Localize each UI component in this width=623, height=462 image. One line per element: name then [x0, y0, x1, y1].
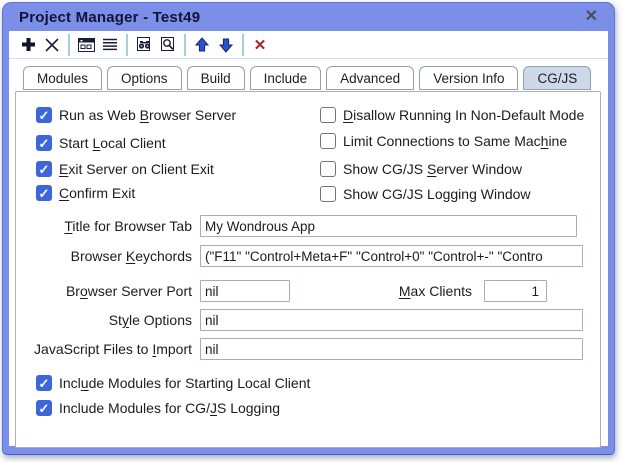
- checkbox-confirm-exit[interactable]: Confirm Exit: [36, 185, 135, 201]
- checkbox-box[interactable]: [36, 135, 52, 151]
- toolbar-separator: [184, 34, 186, 56]
- javascript-files-to-import-input[interactable]: [200, 338, 583, 360]
- browser-server-port-input[interactable]: [200, 280, 290, 302]
- window-body: ✕ Modules Options Build Include Advanced…: [9, 31, 608, 446]
- project-manager-window: Project Manager - Test49 ✕: [2, 2, 615, 455]
- checkbox-label: Show CG/JS Logging Window: [343, 186, 531, 202]
- add-icon[interactable]: [16, 33, 40, 57]
- delete-icon[interactable]: [40, 33, 64, 57]
- checkbox-box[interactable]: [320, 133, 336, 149]
- javascript-files-to-import-label: JavaScript Files to Import: [22, 341, 192, 357]
- max-clients-label: Max Clients: [346, 283, 472, 299]
- checkbox-limit-connections-same-machine[interactable]: Limit Connections to Same Machine: [320, 133, 567, 149]
- tab-options[interactable]: Options: [107, 66, 182, 90]
- checkbox-box[interactable]: [36, 375, 52, 391]
- checkbox-box[interactable]: [320, 186, 336, 202]
- tab-include[interactable]: Include: [250, 66, 322, 90]
- window-icon[interactable]: [74, 33, 98, 57]
- checkbox-disallow-non-default-mode[interactable]: Disallow Running In Non-Default Mode: [320, 107, 584, 123]
- checkbox-box[interactable]: [36, 107, 52, 123]
- move-down-icon[interactable]: [214, 33, 238, 57]
- checkbox-label: Confirm Exit: [59, 185, 135, 201]
- tab-bar: Modules Options Build Include Advanced V…: [23, 66, 591, 90]
- checkbox-label: Run as Web Browser Server: [59, 107, 236, 123]
- title-for-browser-tab-label: Title for Browser Tab: [22, 218, 192, 234]
- tab-modules[interactable]: Modules: [23, 66, 102, 90]
- checkbox-label: Disallow Running In Non-Default Mode: [343, 107, 584, 123]
- checkbox-label: Include Modules for CG/JS Logging: [59, 400, 280, 416]
- checkbox-box[interactable]: [320, 161, 336, 177]
- style-options-input[interactable]: [200, 309, 583, 331]
- checkbox-start-local-client[interactable]: Start Local Client: [36, 135, 166, 151]
- remove-icon[interactable]: ✕: [248, 33, 272, 57]
- window-title: Project Manager - Test49: [19, 9, 200, 26]
- checkbox-label: Exit Server on Client Exit: [59, 161, 214, 177]
- checkbox-label: Include Modules for Starting Local Clien…: [59, 375, 310, 391]
- max-clients-input[interactable]: [484, 280, 547, 302]
- list-icon[interactable]: [98, 33, 122, 57]
- checkbox-label: Limit Connections to Same Machine: [343, 133, 567, 149]
- toolbar-separator: [242, 34, 244, 56]
- tab-build[interactable]: Build: [187, 66, 245, 90]
- checkbox-label: Start Local Client: [59, 135, 166, 151]
- checkbox-box[interactable]: [36, 161, 52, 177]
- toolbar: ✕: [9, 31, 608, 59]
- toolbar-separator: [68, 34, 70, 56]
- preview-icon[interactable]: [156, 33, 180, 57]
- checkbox-show-cg-js-logging-window[interactable]: Show CG/JS Logging Window: [320, 186, 531, 202]
- checkbox-run-as-web-browser-server[interactable]: Run as Web Browser Server: [36, 107, 236, 123]
- toolbar-separator: [126, 34, 128, 56]
- checkbox-label: Show CG/JS Server Window: [343, 161, 522, 177]
- tab-cg-js[interactable]: CG/JS: [523, 66, 591, 90]
- checkbox-exit-server-on-client-exit[interactable]: Exit Server on Client Exit: [36, 161, 214, 177]
- title-for-browser-tab-input[interactable]: [200, 215, 577, 237]
- checkbox-box[interactable]: [36, 400, 52, 416]
- browser-keychords-input[interactable]: [200, 245, 583, 267]
- browser-server-port-label: Browser Server Port: [22, 283, 192, 299]
- close-icon[interactable]: ✕: [581, 7, 602, 27]
- tab-advanced[interactable]: Advanced: [326, 66, 414, 90]
- checkbox-box[interactable]: [320, 107, 336, 123]
- checkbox-box[interactable]: [36, 185, 52, 201]
- checkbox-show-cg-js-server-window[interactable]: Show CG/JS Server Window: [320, 161, 522, 177]
- tab-version-info[interactable]: Version Info: [419, 66, 518, 90]
- find-in-windows-icon[interactable]: [132, 33, 156, 57]
- cg-js-tab-panel: Run as Web Browser Server Start Local Cl…: [15, 91, 601, 448]
- checkbox-include-modules-starting-local-client[interactable]: Include Modules for Starting Local Clien…: [36, 375, 310, 391]
- browser-keychords-label: Browser Keychords: [22, 248, 192, 264]
- checkbox-include-modules-cg-js-logging[interactable]: Include Modules for CG/JS Logging: [36, 400, 280, 416]
- style-options-label: Style Options: [22, 312, 192, 328]
- titlebar[interactable]: Project Manager - Test49 ✕: [3, 3, 614, 31]
- move-up-icon[interactable]: [190, 33, 214, 57]
